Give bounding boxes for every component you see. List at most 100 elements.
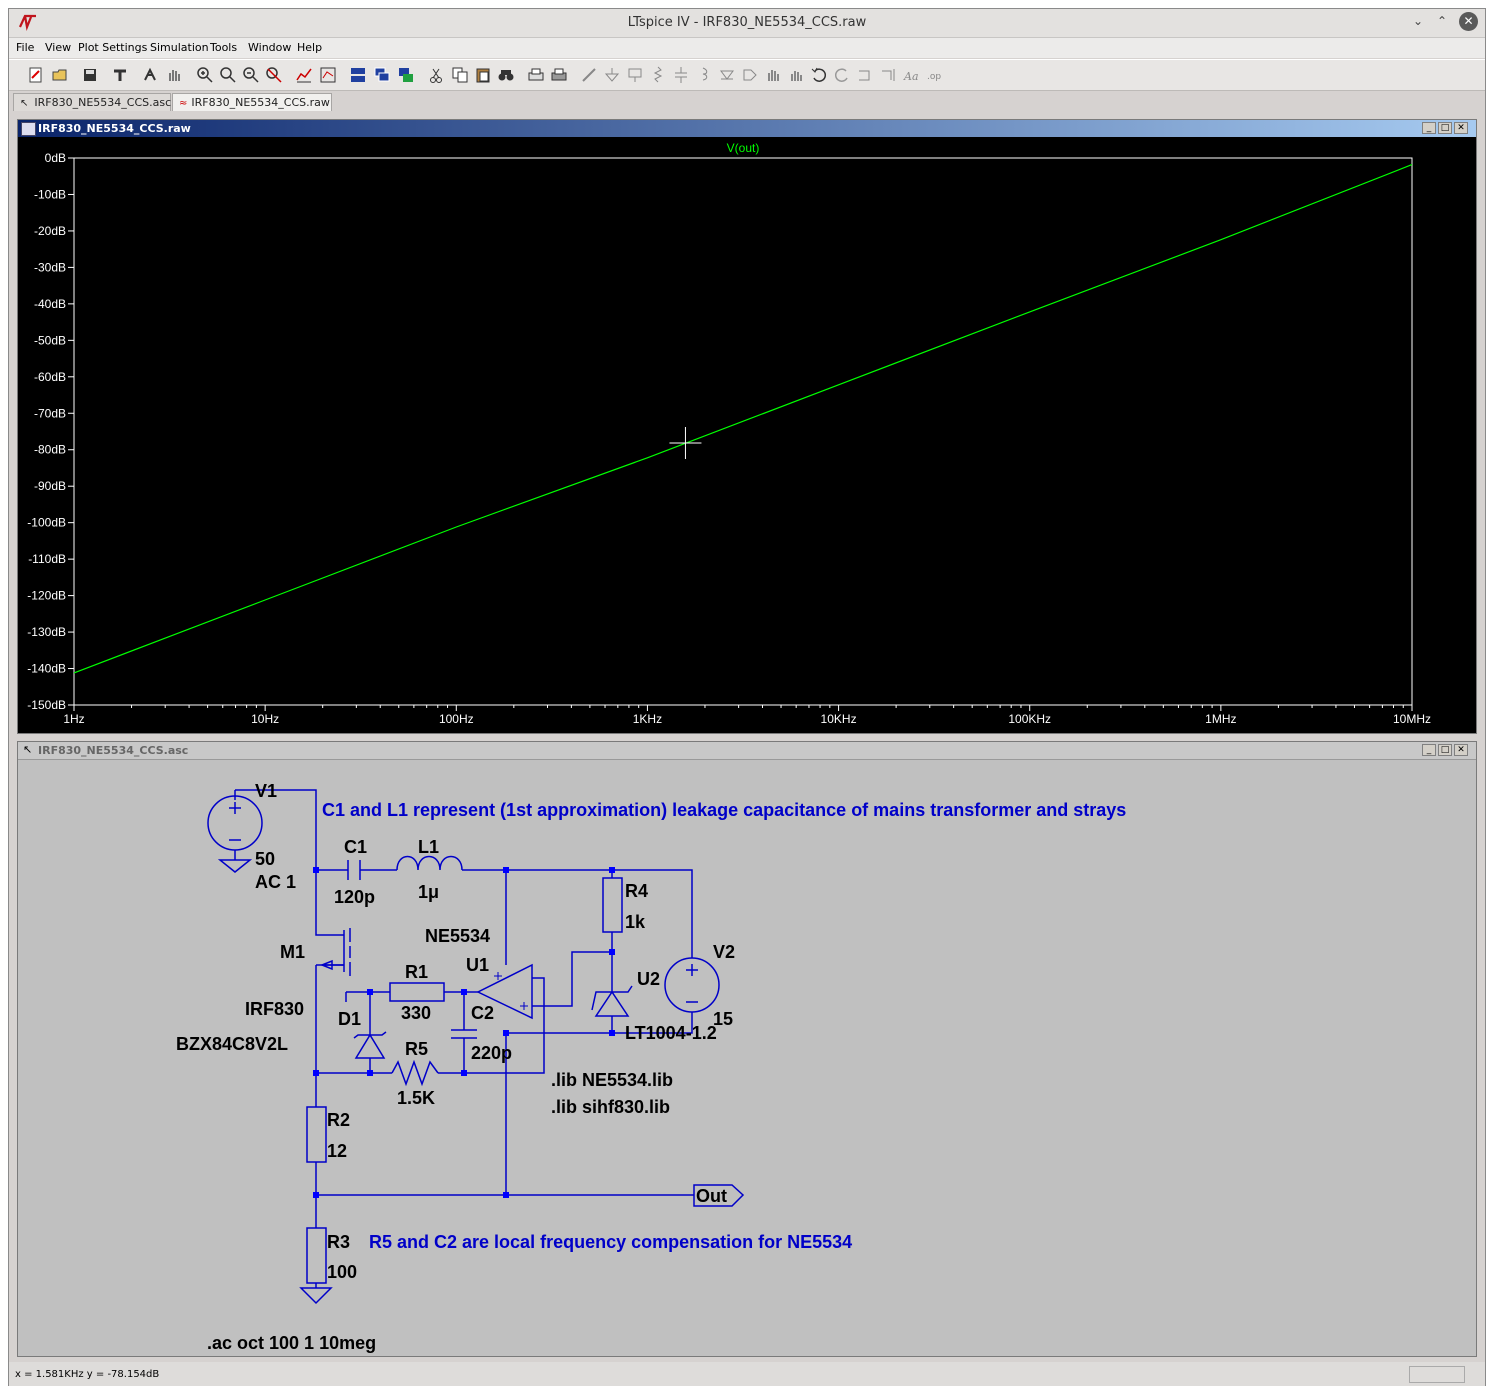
- inductor-icon[interactable]: [695, 66, 713, 84]
- spice-directive-icon[interactable]: .op: [925, 66, 943, 84]
- schematic-canvas[interactable]: V1 50 AC 1 C1 and L1 represent (1st appr…: [18, 759, 1476, 1355]
- y-tick-label: -90dB: [34, 479, 66, 493]
- capacitor-c2[interactable]: [451, 1029, 477, 1039]
- tab-waveform[interactable]: ≈ IRF830_NE5534_CCS.raw: [172, 93, 332, 111]
- inductor-l1[interactable]: [396, 855, 463, 871]
- print-setup-icon[interactable]: [527, 66, 545, 84]
- tile-vertical-icon[interactable]: [397, 66, 415, 84]
- zener-d1[interactable]: [353, 1031, 387, 1059]
- schematic-minimize-icon[interactable]: _: [1422, 744, 1436, 756]
- cut-icon[interactable]: [427, 66, 445, 84]
- minimize-icon[interactable]: ⌄: [1413, 14, 1423, 28]
- resistor-r2[interactable]: [306, 1106, 327, 1163]
- pick-visible-traces-icon[interactable]: [319, 66, 337, 84]
- r4-label: R4: [625, 881, 648, 901]
- menu-view[interactable]: View: [45, 41, 71, 54]
- r1-label: R1: [405, 962, 428, 982]
- y-tick-label: -60dB: [34, 370, 66, 384]
- label-net-icon[interactable]: [626, 66, 644, 84]
- trace-vout: [73, 164, 1413, 674]
- menu-file[interactable]: File: [16, 41, 34, 54]
- resistor-r4[interactable]: [602, 877, 623, 933]
- y-tick-label: -30dB: [34, 260, 66, 274]
- menu-tools[interactable]: Tools: [210, 41, 237, 54]
- waveform-maximize-icon[interactable]: □: [1438, 122, 1452, 134]
- menu-bar: File View Plot Settings Simulation Tools…: [9, 38, 1485, 58]
- toolbar: Aa .op: [9, 59, 1485, 91]
- rotate-icon[interactable]: [856, 66, 874, 84]
- c1-value: 120p: [334, 887, 375, 907]
- capacitor-c1[interactable]: [347, 860, 361, 880]
- save-icon[interactable]: [81, 66, 99, 84]
- open-icon[interactable]: [51, 66, 69, 84]
- r5-label: R5: [405, 1039, 428, 1059]
- y-tick-label: 0dB: [45, 151, 66, 165]
- copy-icon[interactable]: [451, 66, 469, 84]
- v1-value: 50: [255, 849, 275, 869]
- zoom-full-icon[interactable]: [219, 66, 237, 84]
- x-tick-label: 100Hz: [439, 712, 474, 726]
- voltage-source-v1[interactable]: [207, 795, 263, 873]
- pan-icon[interactable]: [165, 66, 183, 84]
- y-tick-label: -100dB: [27, 516, 66, 530]
- menu-plot-settings[interactable]: Plot Settings: [78, 41, 147, 54]
- v1-ac: AC 1: [255, 872, 296, 892]
- schematic-window-titlebar[interactable]: ↖ IRF830_NE5534_CCS.asc _ □ ✕: [18, 742, 1476, 760]
- text-icon[interactable]: Aa: [902, 66, 920, 84]
- cascade-icon[interactable]: [373, 66, 391, 84]
- x-tick-label: 10KHz: [821, 712, 857, 726]
- v2-label: V2: [713, 942, 735, 962]
- m1-label: M1: [280, 942, 305, 962]
- tab-schematic[interactable]: ↖ IRF830_NE5534_CCS.asc: [13, 93, 171, 111]
- diode-icon[interactable]: [718, 66, 736, 84]
- tile-horizontal-icon[interactable]: [349, 66, 367, 84]
- r3-label: R3: [327, 1232, 350, 1252]
- mosfet-m1[interactable]: [319, 928, 351, 1002]
- voltage-source-v2[interactable]: [664, 957, 720, 1013]
- component-icon[interactable]: [741, 66, 759, 84]
- maximize-icon[interactable]: ⌃: [1437, 14, 1447, 28]
- waveform-minimize-icon[interactable]: _: [1422, 122, 1436, 134]
- capacitor-icon[interactable]: [672, 66, 690, 84]
- undo-icon[interactable]: [810, 66, 828, 84]
- find-icon[interactable]: [497, 66, 515, 84]
- zoom-in-icon[interactable]: [196, 66, 214, 84]
- y-tick-label: -50dB: [34, 333, 66, 347]
- waveform-window-titlebar[interactable]: IRF830_NE5534_CCS.raw _ □ ✕: [18, 120, 1476, 137]
- schematic-maximize-icon[interactable]: □: [1438, 744, 1452, 756]
- move-icon[interactable]: [764, 66, 782, 84]
- drag-icon[interactable]: [787, 66, 805, 84]
- zoom-cancel-icon[interactable]: [265, 66, 283, 84]
- autorange-icon[interactable]: [295, 66, 313, 84]
- draw-wire-icon[interactable]: [580, 66, 598, 84]
- control-panel-icon[interactable]: [111, 66, 129, 84]
- zoom-out-icon[interactable]: [242, 66, 260, 84]
- x-tick-label: 1Hz: [63, 712, 84, 726]
- m1-model: IRF830: [245, 999, 304, 1019]
- bode-plot[interactable]: V(out) 0dB -10dB -20dB -30dB -40dB -50dB -60dB -…: [18, 137, 1476, 733]
- resistor-icon[interactable]: [649, 66, 667, 84]
- menu-help[interactable]: Help: [297, 41, 322, 54]
- new-schematic-icon[interactable]: [27, 66, 45, 84]
- title-bar[interactable]: LTspice IV - IRF830_NE5534_CCS.raw ⌄ ⌃ ✕: [9, 9, 1485, 38]
- waveform-close-icon[interactable]: ✕: [1454, 122, 1468, 134]
- r5-value: 1.5K: [397, 1088, 435, 1108]
- schematic-close-icon[interactable]: ✕: [1454, 744, 1468, 756]
- resistor-r1[interactable]: [389, 982, 445, 1002]
- redo-icon[interactable]: [833, 66, 851, 84]
- ground-icon[interactable]: [603, 66, 621, 84]
- print-icon[interactable]: [550, 66, 568, 84]
- mirror-icon[interactable]: [879, 66, 897, 84]
- menu-simulation[interactable]: Simulation: [150, 41, 209, 54]
- resistor-r5[interactable]: [391, 1059, 439, 1087]
- y-tick-label: -150dB: [27, 698, 66, 712]
- close-icon[interactable]: ✕: [1459, 12, 1478, 31]
- paste-icon[interactable]: [474, 66, 492, 84]
- c2-value: 220p: [471, 1043, 512, 1063]
- run-icon[interactable]: [141, 66, 159, 84]
- svg-text:Aa: Aa: [903, 70, 919, 83]
- menu-window[interactable]: Window: [248, 41, 291, 54]
- application-window: LTspice IV - IRF830_NE5534_CCS.raw ⌄ ⌃ ✕…: [8, 8, 1486, 1386]
- plot-frame: [73, 157, 1413, 706]
- trace-name-label: V(out): [727, 141, 760, 155]
